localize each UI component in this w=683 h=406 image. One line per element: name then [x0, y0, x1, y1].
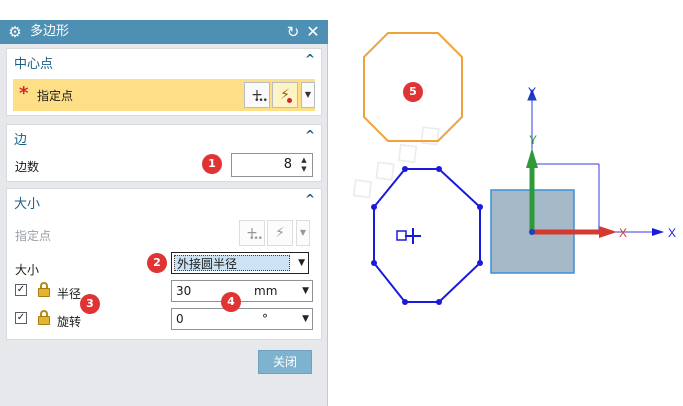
collapse-icon[interactable]: ^	[305, 52, 315, 66]
canvas-drawing	[363, 32, 664, 305]
radius-unit: mm	[254, 284, 278, 298]
dialog-title: 多边形	[30, 24, 70, 39]
chevron-down-icon[interactable]: ▼	[298, 253, 305, 273]
rotation-unit: °	[262, 312, 268, 326]
stepper-arrows-icon[interactable]: ▲ ▼	[299, 156, 309, 174]
rotation-label: 旋转	[57, 315, 82, 329]
center-point-title: 中心点	[14, 57, 54, 72]
size-mode-select[interactable]: 外接圆半径 ▼	[171, 252, 309, 274]
radius-value[interactable]: 30	[176, 284, 191, 298]
graphics-canvas[interactable]: ◇◇◇◇ Y Y X X 5	[329, 0, 683, 406]
edge-count-value[interactable]: 8	[284, 157, 292, 172]
dialog-titlebar: ⚙ 多边形 ↻ ✕	[0, 20, 328, 44]
callout-marker-1: 1	[202, 154, 222, 174]
chevron-down-icon: ▼	[304, 90, 312, 99]
chevron-down-icon[interactable]: ▼	[302, 309, 309, 329]
csys-x-label: X	[619, 226, 628, 240]
vertex[interactable]	[402, 166, 408, 172]
checkmark-icon: ✓	[16, 312, 26, 323]
size-header[interactable]: 大小 ^	[7, 189, 321, 213]
size-point-snap-button[interactable]: ⚡	[267, 220, 293, 246]
chevron-down-icon: ▼	[299, 228, 307, 237]
edge-header[interactable]: 边 ^	[7, 125, 321, 149]
x-axis-guide-head	[652, 228, 664, 236]
lock-icon[interactable]	[37, 282, 51, 298]
more-dots-icon: •••	[254, 96, 268, 106]
center-point-header[interactable]: 中心点 ^	[7, 49, 321, 73]
vertex[interactable]	[477, 204, 483, 210]
rotation-value[interactable]: 0	[176, 312, 184, 326]
vertex[interactable]	[436, 166, 442, 172]
radius-input[interactable]: 30 mm ▼	[171, 280, 313, 302]
reset-icon[interactable]: ↻	[284, 22, 302, 42]
collapse-icon[interactable]: ^	[305, 192, 315, 206]
octagon[interactable]	[373, 168, 481, 303]
close-button[interactable]: 关闭	[258, 350, 312, 374]
point-snap-icon: ⚡	[275, 225, 285, 241]
origin-point[interactable]	[529, 229, 535, 235]
center-point-marker[interactable]	[396, 230, 407, 241]
edge-title: 边	[14, 133, 28, 148]
size-mode-value: 外接圆半径	[174, 255, 290, 271]
callout-marker-3: 3	[80, 294, 100, 314]
vertex[interactable]	[436, 299, 442, 305]
point-type-dropdown[interactable]: ▼	[301, 82, 315, 108]
callout-marker-2: 2	[147, 253, 167, 273]
axis-y-label: Y	[528, 85, 537, 99]
size-point-type-dropdown[interactable]: ▼	[296, 220, 310, 246]
crosshair-icon	[405, 228, 421, 244]
edge-count-label: 边数	[15, 160, 40, 174]
size-specify-point-label: 指定点	[15, 229, 52, 243]
red-dot-icon	[287, 98, 292, 103]
rotation-input[interactable]: 0 ° ▼	[171, 308, 313, 330]
point-dialog-button[interactable]: + •••	[244, 82, 270, 108]
vertex[interactable]	[371, 260, 377, 266]
octagon-vertices	[371, 166, 483, 305]
vertex[interactable]	[402, 299, 408, 305]
callout-marker-5: 5	[403, 82, 423, 102]
size-point-dialog-button[interactable]: + •••	[239, 220, 265, 246]
rotation-checkbox[interactable]: ✓	[15, 312, 27, 324]
size-title: 大小	[14, 197, 41, 212]
checkmark-icon: ✓	[16, 284, 26, 295]
required-asterisk-icon: *	[19, 83, 29, 104]
point-snap-icon: ⚡	[280, 87, 290, 103]
specify-point-label: 指定点	[37, 89, 74, 103]
edge-panel: 边 ^ 边数 8 ▲ ▼	[6, 124, 322, 182]
callout-marker-4: 4	[221, 292, 241, 312]
chevron-down-icon[interactable]: ▼	[302, 281, 309, 301]
radius-checkbox[interactable]: ✓	[15, 284, 27, 296]
x-axis-head	[599, 226, 617, 238]
specify-point-row[interactable]: * 指定点 + ••• ⚡ ▼	[13, 79, 315, 111]
vertex[interactable]	[477, 260, 483, 266]
csys-y-label: Y	[529, 133, 538, 147]
axis-x-label: X	[668, 226, 677, 240]
polygon-dialog: ⚙ 多边形 ↻ ✕ 中心点 ^ * 指定点 + ••• ⚡ ▼ 边 ^ 边数 8…	[0, 20, 328, 406]
point-snap-button[interactable]: ⚡	[272, 82, 298, 108]
edge-count-stepper[interactable]: 8 ▲ ▼	[231, 153, 313, 177]
close-icon[interactable]: ✕	[304, 22, 322, 42]
vertex[interactable]	[371, 204, 377, 210]
gear-icon[interactable]: ⚙	[5, 22, 25, 42]
center-point-panel: 中心点 ^ * 指定点 + ••• ⚡ ▼	[6, 48, 322, 116]
y-axis-head	[526, 148, 538, 168]
size-mode-label: 大小	[15, 263, 40, 277]
more-dots-icon: •••	[249, 234, 263, 244]
radius-label: 半径	[57, 287, 82, 301]
lock-icon[interactable]	[37, 310, 51, 326]
collapse-icon[interactable]: ^	[305, 128, 315, 142]
